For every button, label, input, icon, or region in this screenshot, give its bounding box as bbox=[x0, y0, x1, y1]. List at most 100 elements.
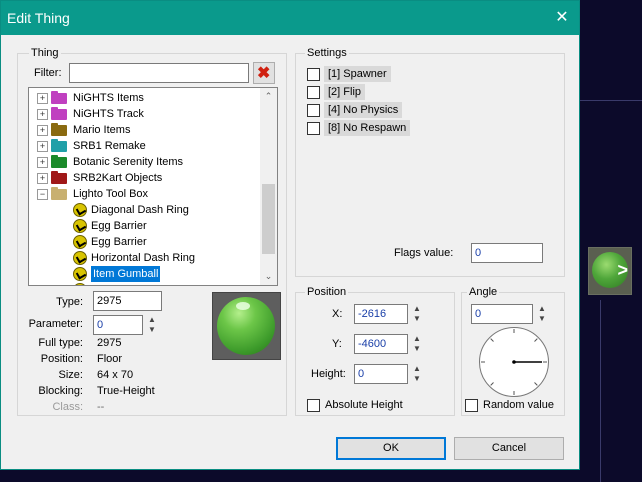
edit-thing-dialog: Edit Thing ✕ Thing Filter: ✖ ⌃ ⌄ + NiGHTS… bbox=[0, 0, 580, 470]
class-value: -- bbox=[97, 401, 105, 413]
blocking-label: Blocking: bbox=[38, 385, 83, 397]
height-input[interactable]: 0 bbox=[354, 364, 408, 384]
tree-item-label: Horizontal Dash Ring bbox=[91, 252, 195, 264]
tree-item-label: SRB2Kart Objects bbox=[73, 172, 163, 184]
tree-item[interactable]: Horizontal Dash Ring bbox=[29, 250, 261, 266]
random-angle-checkbox[interactable] bbox=[465, 399, 478, 412]
tree-item-label: Diagonal Dash Ring bbox=[91, 204, 189, 216]
flags-value-label: Flags value: bbox=[394, 247, 454, 259]
tree-item-label: Lighto Tool Box bbox=[73, 188, 149, 200]
tree-item[interactable]: + NiGHTS Track bbox=[29, 106, 261, 122]
flag-label: [1] Spawner bbox=[324, 66, 391, 82]
folder-icon bbox=[51, 187, 67, 200]
tree-item[interactable]: + SRB1 Remake bbox=[29, 138, 261, 154]
y-input[interactable]: -4600 bbox=[354, 334, 408, 354]
tree-item-label: SRB1 Remake bbox=[73, 140, 146, 152]
tree-item[interactable]: + Botanic Serenity Items bbox=[29, 154, 261, 170]
parameter-spinner[interactable]: ▲ ▼ bbox=[146, 315, 158, 335]
filter-label: Filter: bbox=[34, 67, 62, 79]
tree-item-label-selected: Item Gumball bbox=[91, 266, 161, 282]
expand-icon[interactable]: + bbox=[37, 125, 48, 136]
expand-icon[interactable]: + bbox=[37, 157, 48, 168]
window-title: Edit Thing bbox=[7, 10, 70, 26]
scroll-up-arrow-icon[interactable]: ⌃ bbox=[260, 88, 277, 105]
size-value: 64 x 70 bbox=[97, 369, 134, 381]
title-bar: Edit Thing ✕ bbox=[1, 1, 579, 35]
y-spinner[interactable]: ▲ ▼ bbox=[411, 334, 423, 354]
expand-icon[interactable]: + bbox=[37, 141, 48, 152]
tree-item[interactable]: + NiGHTS Items bbox=[29, 90, 261, 106]
map-thing-gumball[interactable]: > bbox=[588, 247, 632, 295]
dial-tick bbox=[534, 338, 538, 342]
absolute-height-label: Absolute Height bbox=[325, 399, 403, 411]
ok-button[interactable]: OK bbox=[336, 437, 446, 460]
flag-checkbox[interactable] bbox=[307, 68, 320, 81]
x-label: X: bbox=[332, 308, 343, 320]
tree-scrollbar[interactable]: ⌃ ⌄ bbox=[260, 88, 277, 285]
flag-label: [2] Flip bbox=[324, 84, 366, 100]
thing-type-tree[interactable]: ⌃ ⌄ + NiGHTS Items + NiGHTS Track + Mario Ite… bbox=[28, 87, 278, 286]
tree-item-label: Vertical Dash Ring bbox=[91, 282, 182, 285]
x-spinner[interactable]: ▲ ▼ bbox=[411, 304, 423, 324]
thing-preview-image bbox=[212, 292, 281, 360]
type-input[interactable]: 2975 bbox=[93, 291, 162, 311]
angle-group-label: Angle bbox=[467, 286, 500, 298]
tree-item-label: Egg Barrier bbox=[91, 220, 147, 232]
class-label: Class: bbox=[52, 401, 83, 413]
dial-tick bbox=[534, 382, 538, 386]
tree-item-label: Botanic Serenity Items bbox=[73, 156, 184, 168]
size-label: Size: bbox=[58, 369, 83, 381]
flag-checkbox[interactable] bbox=[307, 104, 320, 117]
folder-icon bbox=[51, 171, 67, 184]
expand-icon[interactable]: + bbox=[37, 109, 48, 120]
fulltype-label: Full type: bbox=[38, 337, 83, 349]
tree-item-label: Egg Barrier bbox=[91, 236, 147, 248]
clear-filter-button[interactable]: ✖ bbox=[253, 62, 275, 84]
scroll-down-arrow-icon[interactable]: ⌄ bbox=[260, 268, 277, 285]
folder-icon bbox=[51, 123, 67, 136]
expand-icon[interactable]: + bbox=[37, 93, 48, 104]
map-line bbox=[600, 300, 601, 482]
tree-item-label: NiGHTS Items bbox=[73, 92, 144, 104]
x-input[interactable]: -2616 bbox=[354, 304, 408, 324]
flags-value-input[interactable]: 0 bbox=[471, 243, 543, 263]
flag-checkbox[interactable] bbox=[307, 122, 320, 135]
thing-icon bbox=[73, 251, 87, 265]
folder-icon bbox=[51, 91, 67, 104]
settings-group-label: Settings bbox=[305, 47, 349, 59]
type-label: Type: bbox=[56, 296, 83, 308]
thing-icon bbox=[73, 235, 87, 249]
tree-item[interactable]: Item Gumball bbox=[29, 266, 261, 282]
absolute-height-checkbox[interactable] bbox=[307, 399, 320, 412]
tree-item[interactable]: + Mario Items bbox=[29, 122, 261, 138]
y-label: Y: bbox=[332, 338, 342, 350]
angle-input[interactable]: 0 bbox=[471, 304, 533, 324]
tree-item[interactable]: + SRB2Kart Objects bbox=[29, 170, 261, 186]
collapse-icon[interactable]: − bbox=[37, 189, 48, 200]
parameter-input[interactable]: 0 bbox=[93, 315, 143, 335]
angle-dial[interactable] bbox=[479, 327, 549, 397]
tree-item[interactable]: Egg Barrier bbox=[29, 234, 261, 250]
tree-item[interactable]: Egg Barrier bbox=[29, 218, 261, 234]
flag-checkbox[interactable] bbox=[307, 86, 320, 99]
position-info-label: Position: bbox=[40, 353, 83, 365]
tree-item[interactable]: Diagonal Dash Ring bbox=[29, 202, 261, 218]
thing-group-label: Thing bbox=[29, 47, 61, 59]
filter-input[interactable] bbox=[69, 63, 249, 83]
tree-item[interactable]: − Lighto Tool Box bbox=[29, 186, 261, 202]
random-angle-label: Random value bbox=[483, 399, 554, 411]
cancel-button[interactable]: Cancel bbox=[454, 437, 564, 460]
chevron-right-icon: > bbox=[617, 260, 628, 280]
clear-x-icon: ✖ bbox=[257, 65, 271, 82]
close-icon[interactable]: ✕ bbox=[545, 1, 579, 35]
scroll-thumb[interactable] bbox=[262, 184, 275, 254]
angle-spinner[interactable]: ▲ ▼ bbox=[536, 304, 548, 324]
parameter-label: Parameter: bbox=[28, 318, 83, 330]
dial-tick bbox=[490, 338, 494, 342]
expand-icon[interactable]: + bbox=[37, 173, 48, 184]
height-spinner[interactable]: ▲ ▼ bbox=[411, 364, 423, 384]
tree-item[interactable]: Vertical Dash Ring bbox=[29, 282, 261, 285]
thing-icon bbox=[73, 267, 87, 281]
thing-icon bbox=[73, 283, 87, 285]
flag-label: [4] No Physics bbox=[324, 102, 403, 118]
